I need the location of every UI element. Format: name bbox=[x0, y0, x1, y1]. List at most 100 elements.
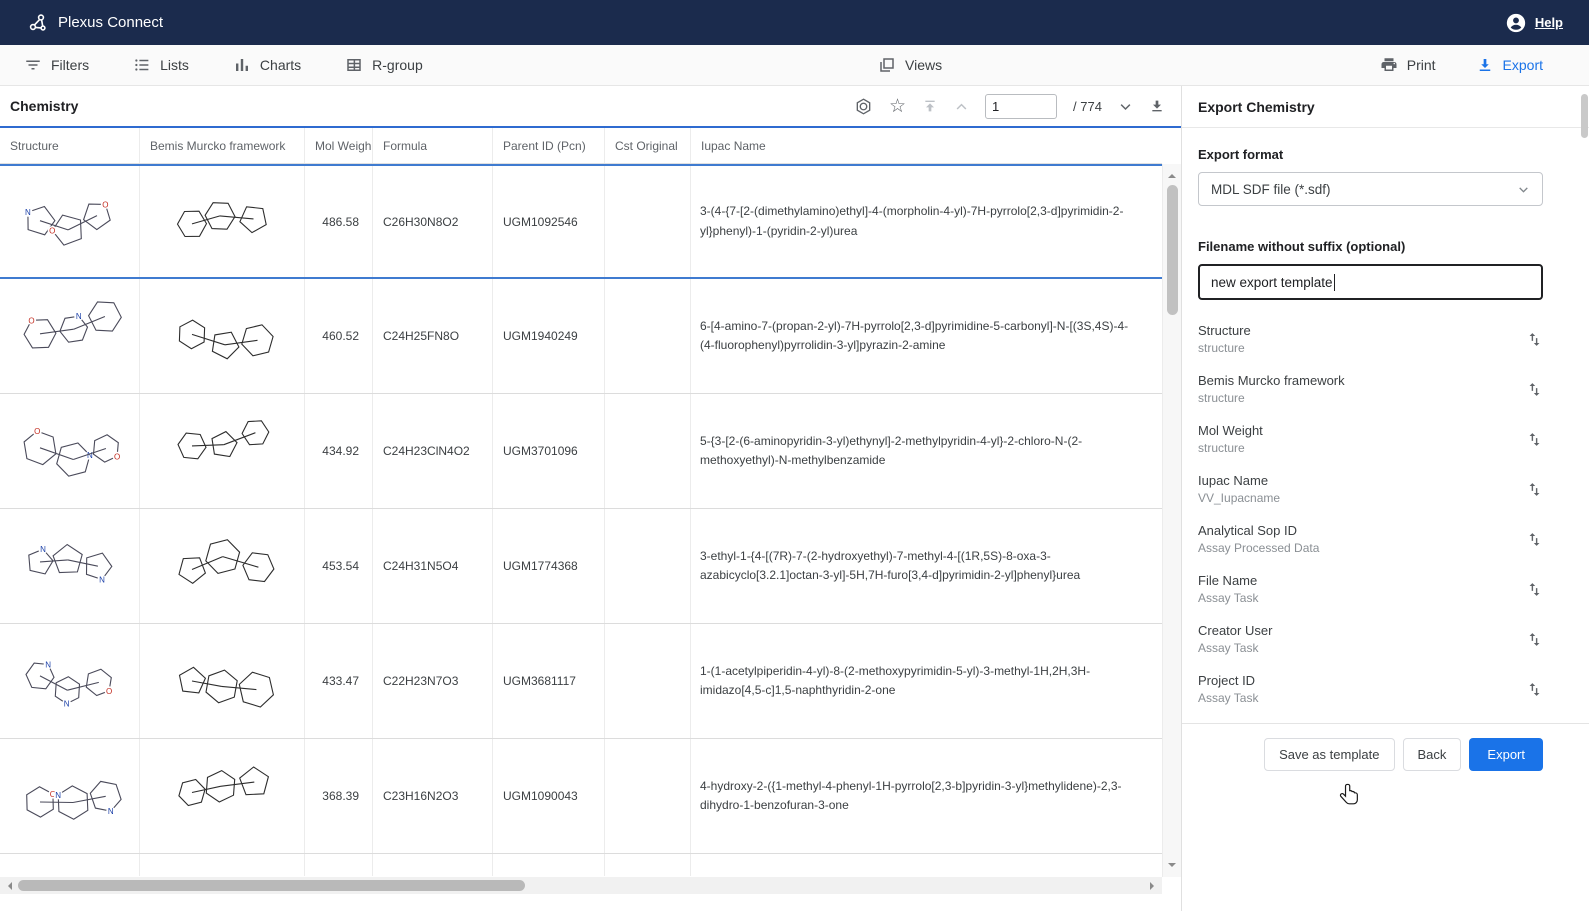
next-page-icon[interactable] bbox=[1118, 99, 1133, 114]
iupac-name-cell: 3-(4-{7-[2-(dimethylamino)ethyl]-4-(morp… bbox=[691, 166, 1162, 277]
formula-cell: C24H31N5O4 bbox=[373, 509, 493, 623]
export-toolbar-button[interactable]: Export bbox=[1476, 56, 1543, 74]
mol-weight-cell: 368.39 bbox=[305, 739, 373, 853]
column-header[interactable]: Mol Weigh bbox=[305, 128, 373, 163]
views-layers-icon bbox=[878, 56, 896, 74]
mol-weight-cell: 434.92 bbox=[305, 394, 373, 508]
structure-image: NOO bbox=[0, 166, 140, 277]
reorder-icon[interactable] bbox=[1526, 581, 1543, 598]
reorder-icon[interactable] bbox=[1526, 631, 1543, 648]
horizontal-scrollbar[interactable] bbox=[0, 877, 1162, 894]
iupac-name-cell bbox=[691, 854, 1162, 876]
last-page-icon[interactable] bbox=[1149, 98, 1165, 114]
structure-image: ON bbox=[0, 279, 140, 393]
scroll-right-arrow[interactable] bbox=[1150, 882, 1158, 890]
table-row[interactable]: OO bbox=[0, 854, 1162, 876]
back-button[interactable]: Back bbox=[1403, 738, 1462, 771]
formula-cell bbox=[373, 854, 493, 876]
field-name: Creator User bbox=[1198, 623, 1272, 638]
page-scroll-thumb[interactable] bbox=[1581, 94, 1588, 138]
reorder-icon[interactable] bbox=[1526, 331, 1543, 348]
field-name: Project ID bbox=[1198, 673, 1258, 688]
print-label: Print bbox=[1407, 57, 1436, 73]
cst-original-cell bbox=[605, 166, 691, 277]
charts-button[interactable]: Charts bbox=[233, 56, 301, 74]
filters-button[interactable]: Filters bbox=[24, 56, 89, 74]
mol-weight-cell: 433.47 bbox=[305, 624, 373, 738]
field-name: Structure bbox=[1198, 323, 1251, 338]
table-header-row: StructureBemis Murcko frameworkMol Weigh… bbox=[0, 128, 1162, 164]
table-row[interactable]: ONO434.92C24H23ClN4O2UGM37010965-{3-[2-(… bbox=[0, 394, 1162, 509]
column-header[interactable]: Structure bbox=[0, 128, 140, 163]
first-page-icon[interactable] bbox=[922, 98, 938, 114]
export-format-select[interactable]: MDL SDF file (*.sdf) bbox=[1198, 172, 1543, 206]
svg-text:N: N bbox=[63, 700, 69, 709]
export-button[interactable]: Export bbox=[1469, 738, 1543, 771]
help[interactable]: Help bbox=[1505, 12, 1563, 34]
favorite-star-icon[interactable]: ☆ bbox=[889, 97, 906, 116]
lists-button[interactable]: Lists bbox=[133, 56, 189, 74]
horizontal-scroll-thumb[interactable] bbox=[18, 880, 525, 891]
field-source: Assay Task bbox=[1198, 591, 1258, 605]
table-row[interactable]: NNO433.47C22H23N7O3UGM36811171-(1-acetyl… bbox=[0, 624, 1162, 739]
scroll-up-arrow[interactable] bbox=[1168, 170, 1176, 178]
svg-text:O: O bbox=[113, 452, 119, 461]
save-as-template-button[interactable]: Save as template bbox=[1264, 738, 1394, 771]
export-field-text: File Name Assay Task bbox=[1198, 573, 1258, 605]
charts-label: Charts bbox=[260, 57, 301, 73]
previous-page-icon[interactable] bbox=[954, 99, 969, 114]
export-label: Export bbox=[1503, 57, 1543, 73]
cst-original-cell bbox=[605, 509, 691, 623]
table-row[interactable]: NN453.54C24H31N5O4UGM17743683-ethyl-1-{4… bbox=[0, 509, 1162, 624]
views-button[interactable]: Views bbox=[878, 56, 942, 74]
page-total: / 774 bbox=[1073, 99, 1102, 114]
cst-original-cell bbox=[605, 739, 691, 853]
scroll-left-arrow[interactable] bbox=[4, 882, 12, 890]
column-header[interactable]: Iupac Name bbox=[691, 128, 1162, 163]
page-scrollbar[interactable] bbox=[1580, 88, 1589, 911]
toolbar: Filters Lists Charts R-group Views Print… bbox=[0, 45, 1589, 86]
framework-image bbox=[140, 624, 305, 738]
reorder-icon[interactable] bbox=[1526, 381, 1543, 398]
column-header[interactable]: Bemis Murcko framework bbox=[140, 128, 305, 163]
export-field-row: Project ID Assay Task bbox=[1198, 664, 1543, 714]
structure-search-icon[interactable] bbox=[854, 97, 873, 116]
formula-cell: C26H30N8O2 bbox=[373, 166, 493, 277]
table-row[interactable]: NOO486.58C26H30N8O2UGM10925463-(4-{7-[2-… bbox=[0, 164, 1162, 279]
vertical-scrollbar[interactable] bbox=[1162, 164, 1181, 877]
reorder-icon[interactable] bbox=[1526, 431, 1543, 448]
parent-id-cell: UGM1940249 bbox=[493, 279, 605, 393]
page-input[interactable] bbox=[985, 94, 1057, 119]
column-header[interactable]: Cst Original bbox=[605, 128, 691, 163]
column-header[interactable]: Parent ID (Pcn) bbox=[493, 128, 605, 163]
framework-image bbox=[140, 394, 305, 508]
reorder-icon[interactable] bbox=[1526, 481, 1543, 498]
reorder-icon[interactable] bbox=[1526, 531, 1543, 548]
help-link[interactable]: Help bbox=[1535, 15, 1563, 30]
framework-image bbox=[140, 166, 305, 277]
field-source: Assay Task bbox=[1198, 691, 1258, 705]
field-source: Assay Task bbox=[1198, 641, 1272, 655]
export-field-text: Project ID Assay Task bbox=[1198, 673, 1258, 705]
reorder-icon[interactable] bbox=[1526, 681, 1543, 698]
print-button[interactable]: Print bbox=[1380, 56, 1436, 74]
structure-image: ONN bbox=[0, 739, 140, 853]
svg-text:O: O bbox=[102, 200, 108, 209]
column-header[interactable]: Formula bbox=[373, 128, 493, 163]
export-field-text: Bemis Murcko frameworkstructure bbox=[1198, 373, 1345, 405]
field-name: File Name bbox=[1198, 573, 1258, 588]
table-row[interactable]: ONN368.39C23H16N2O3UGM10900434-hydroxy-2… bbox=[0, 739, 1162, 854]
iupac-name-cell: 5-{3-[2-(6-aminopyridin-3-yl)ethynyl]-2-… bbox=[691, 394, 1162, 508]
lists-label: Lists bbox=[160, 57, 189, 73]
mol-weight-cell bbox=[305, 854, 373, 876]
pager: ☆ / 774 bbox=[854, 94, 1165, 119]
svg-text:N: N bbox=[25, 208, 31, 217]
rgroup-button[interactable]: R-group bbox=[345, 56, 423, 74]
scroll-down-arrow[interactable] bbox=[1168, 863, 1176, 871]
export-field-text: Iupac NameVV_Iupacname bbox=[1198, 473, 1280, 505]
filename-input[interactable]: new export template bbox=[1198, 264, 1543, 300]
field-name: Mol Weight bbox=[1198, 423, 1263, 438]
field-name: Analytical Sop ID bbox=[1198, 523, 1319, 538]
vertical-scroll-thumb[interactable] bbox=[1167, 185, 1178, 315]
table-row[interactable]: ON460.52C24H25FN8OUGM19402496-[4-amino-7… bbox=[0, 279, 1162, 394]
